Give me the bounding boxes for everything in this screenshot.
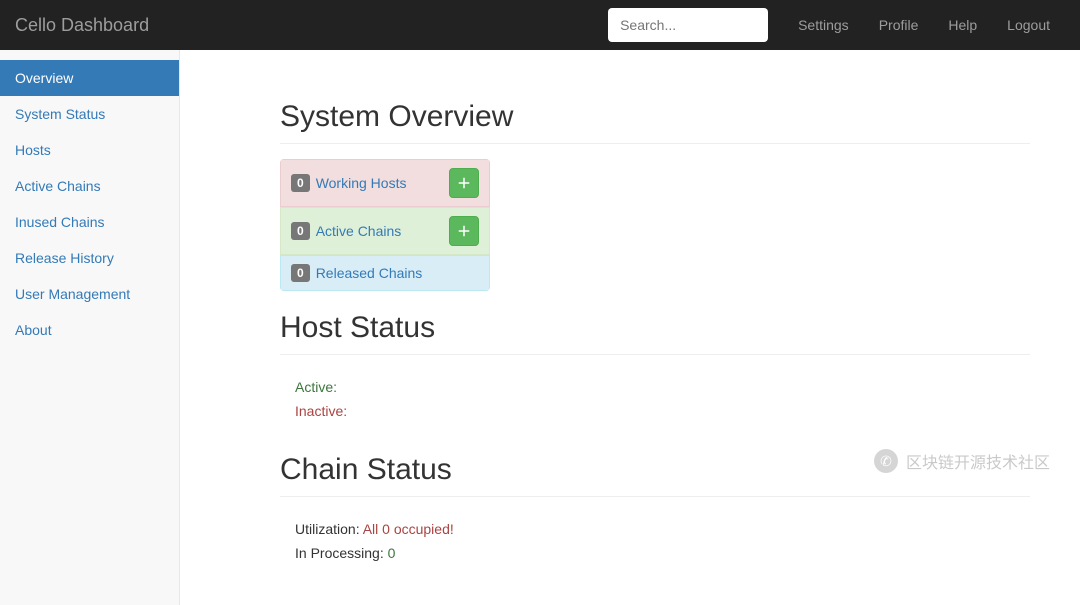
active-chains-panel: 0 Active Chains <box>280 207 490 255</box>
sidebar-item-system-status[interactable]: System Status <box>0 96 179 132</box>
released-chains-count: 0 <box>291 264 310 282</box>
host-active-row: Active: <box>295 375 1015 399</box>
sidebar-item-release-history[interactable]: Release History <box>0 240 179 276</box>
nav-link-profile[interactable]: Profile <box>864 2 934 48</box>
navbar-right: Settings Profile Help Logout <box>608 2 1065 48</box>
navbar-brand[interactable]: Cello Dashboard <box>15 15 164 36</box>
processing-value: 0 <box>388 545 396 561</box>
chain-status-block: Utilization: All 0 occupied! In Processi… <box>280 507 1030 575</box>
host-status-heading: Host Status <box>280 311 1030 355</box>
sidebar: Overview System Status Hosts Active Chai… <box>0 50 180 605</box>
add-host-button[interactable] <box>449 168 479 198</box>
watermark-text: 区块链开源技术社区 <box>906 449 1050 473</box>
sidebar-item-overview[interactable]: Overview <box>0 60 179 96</box>
search-input[interactable] <box>608 8 768 42</box>
working-hosts-count: 0 <box>291 174 310 192</box>
wechat-icon: ✆ <box>874 449 898 473</box>
sidebar-item-hosts[interactable]: Hosts <box>0 132 179 168</box>
released-chains-label[interactable]: Released Chains <box>316 265 423 281</box>
overview-panel-group: 0 Working Hosts 0 Active Chains 0 Releas… <box>280 159 490 291</box>
add-chain-button[interactable] <box>449 216 479 246</box>
utilization-label: Utilization: <box>295 521 363 537</box>
system-overview-heading: System Overview <box>280 100 1030 144</box>
main-content: System Overview 0 Working Hosts 0 Active… <box>180 50 1080 605</box>
released-chains-panel: 0 Released Chains <box>280 255 490 291</box>
watermark: ✆ 区块链开源技术社区 <box>874 449 1050 473</box>
working-hosts-panel: 0 Working Hosts <box>280 159 490 207</box>
layout: Overview System Status Hosts Active Chai… <box>0 50 1080 605</box>
processing-row: In Processing: 0 <box>295 541 1015 565</box>
sidebar-item-inused-chains[interactable]: Inused Chains <box>0 204 179 240</box>
plus-icon <box>458 225 470 237</box>
plus-icon <box>458 177 470 189</box>
sidebar-item-user-management[interactable]: User Management <box>0 276 179 312</box>
active-chains-label[interactable]: Active Chains <box>316 223 402 239</box>
navbar: Cello Dashboard Settings Profile Help Lo… <box>0 0 1080 50</box>
sidebar-item-active-chains[interactable]: Active Chains <box>0 168 179 204</box>
nav-link-settings[interactable]: Settings <box>783 2 864 48</box>
nav-link-logout[interactable]: Logout <box>992 2 1065 48</box>
nav-link-help[interactable]: Help <box>933 2 992 48</box>
sidebar-item-about[interactable]: About <box>0 312 179 348</box>
utilization-row: Utilization: All 0 occupied! <box>295 517 1015 541</box>
working-hosts-label[interactable]: Working Hosts <box>316 175 407 191</box>
active-chains-count: 0 <box>291 222 310 240</box>
host-status-block: Active: Inactive: <box>280 365 1030 433</box>
host-inactive-row: Inactive: <box>295 399 1015 423</box>
utilization-value: All 0 occupied! <box>363 521 454 537</box>
processing-label: In Processing: <box>295 545 388 561</box>
